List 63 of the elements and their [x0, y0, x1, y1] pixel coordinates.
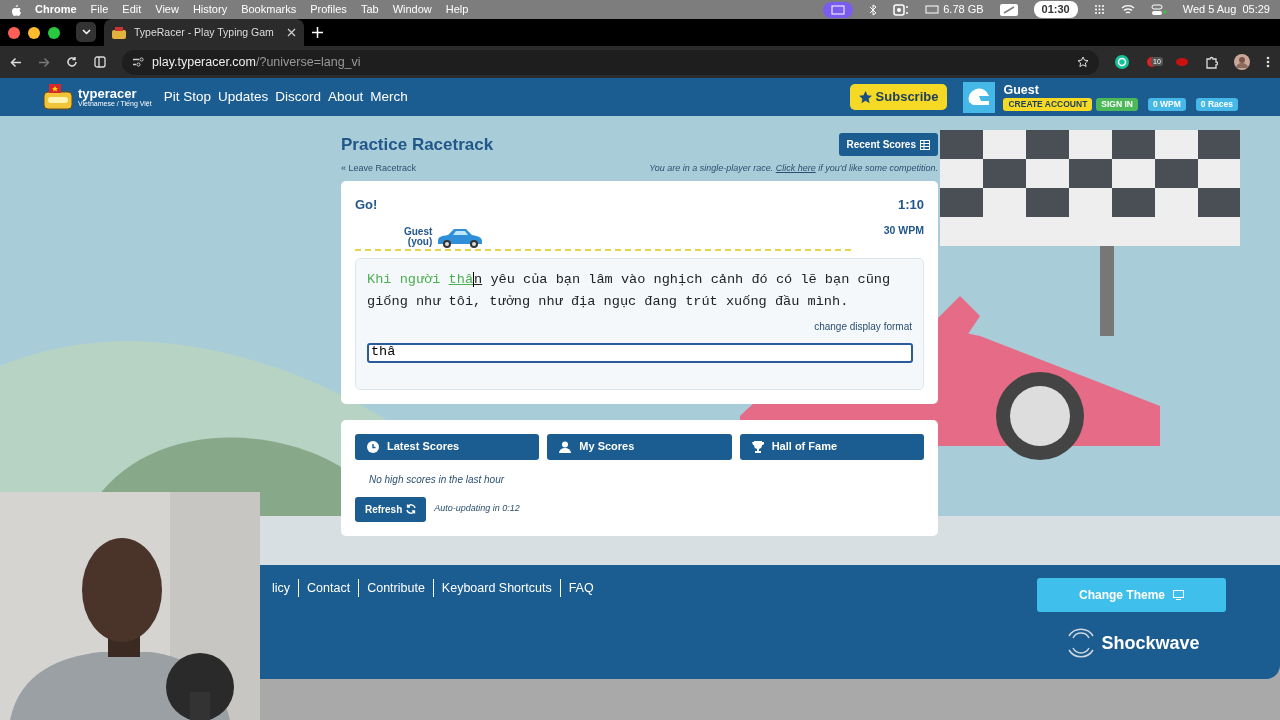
- minimize-button[interactable]: [28, 26, 40, 39]
- footer-link[interactable]: Contribute: [358, 579, 433, 597]
- logo-icon[interactable]: [42, 83, 74, 111]
- subscribe-button[interactable]: Subscribe: [849, 84, 948, 110]
- side-panel-icon[interactable]: [94, 56, 106, 68]
- star-icon: [858, 90, 872, 104]
- menu-item[interactable]: Window: [392, 1, 432, 18]
- browser-tab[interactable]: TypeRacer - Play Typing Gam: [104, 19, 304, 46]
- footer-link[interactable]: Keyboard Shortcuts: [432, 579, 560, 597]
- tab-search-button[interactable]: [76, 22, 96, 42]
- footer-link[interactable]: licy: [264, 579, 299, 597]
- nav-link-text[interactable]: Discord: [275, 86, 322, 108]
- nav-link-text[interactable]: Merch: [370, 86, 408, 108]
- nav-link-text[interactable]: About: [328, 86, 364, 108]
- new-tab-icon[interactable]: [312, 27, 323, 38]
- clock-text[interactable]: Wed 5 Aug 05:29: [1182, 1, 1270, 18]
- nav-link-text[interactable]: Updates: [217, 86, 269, 108]
- address-bar[interactable]: play.typeracer.com/?universe=lang_vi: [122, 49, 1099, 75]
- create-account-button[interactable]: CREATE ACCOUNT: [1003, 97, 1093, 112]
- site-info-icon[interactable]: [132, 57, 144, 67]
- wifi-icon[interactable]: [1120, 4, 1135, 15]
- grammar-extension-icon[interactable]: [1115, 55, 1129, 69]
- menu-item[interactable]: Tab: [360, 1, 379, 18]
- races-stat: 0 Races: [1195, 97, 1238, 112]
- memory-icon: [925, 4, 940, 15]
- apple-icon[interactable]: [10, 3, 21, 16]
- menu-item[interactable]: File: [90, 1, 109, 18]
- memory-usage: 6.78 GB: [943, 2, 984, 18]
- puzzle-icon[interactable]: [1205, 55, 1218, 69]
- reload-icon[interactable]: [66, 56, 78, 68]
- close-window-button[interactable]: [8, 26, 20, 39]
- forward-icon[interactable]: [38, 56, 50, 68]
- close-icon[interactable]: [287, 28, 296, 37]
- wpm-stat: 0 WPM: [1148, 97, 1186, 112]
- back-icon[interactable]: [10, 56, 22, 68]
- bluetooth-icon[interactable]: [869, 3, 878, 16]
- menu-item[interactable]: History: [192, 1, 228, 18]
- menu-item[interactable]: View: [155, 1, 179, 18]
- grid-icon[interactable]: [1093, 4, 1105, 15]
- typeracer-favicon-icon: [112, 26, 126, 39]
- menu-item[interactable]: Bookmarks: [241, 1, 297, 18]
- footer-link[interactable]: FAQ: [559, 579, 602, 597]
- app-menu[interactable]: Chrome: [35, 1, 77, 18]
- nav-link-text[interactable]: Pit Stop: [163, 86, 211, 108]
- menu-item[interactable]: Edit: [122, 1, 142, 18]
- menu-item[interactable]: Help: [445, 1, 469, 18]
- monitor-icon: [1173, 590, 1184, 600]
- username: Guest: [1003, 82, 1040, 98]
- footer-link[interactable]: Contact: [298, 579, 359, 597]
- logo-text[interactable]: typeracer: [78, 87, 152, 100]
- profile-avatar-icon[interactable]: [1234, 54, 1250, 70]
- chevron-down-icon: [81, 29, 91, 35]
- display-icon[interactable]: [999, 3, 1018, 16]
- helmet-avatar-icon: [963, 81, 996, 113]
- camera-icon[interactable]: [893, 3, 910, 16]
- shockwave-logo-text: Shockwave: [1101, 631, 1200, 655]
- zoom-button[interactable]: [48, 26, 60, 39]
- timer-pill[interactable]: 01:30: [1033, 1, 1078, 18]
- url-text: play.typeracer.com/?universe=lang_vi: [152, 53, 361, 71]
- control-center-icon[interactable]: [1150, 3, 1167, 16]
- more-menu-icon[interactable]: [1266, 56, 1270, 68]
- bookmark-star-icon[interactable]: [1077, 56, 1089, 68]
- menu-item[interactable]: Profiles: [310, 1, 347, 18]
